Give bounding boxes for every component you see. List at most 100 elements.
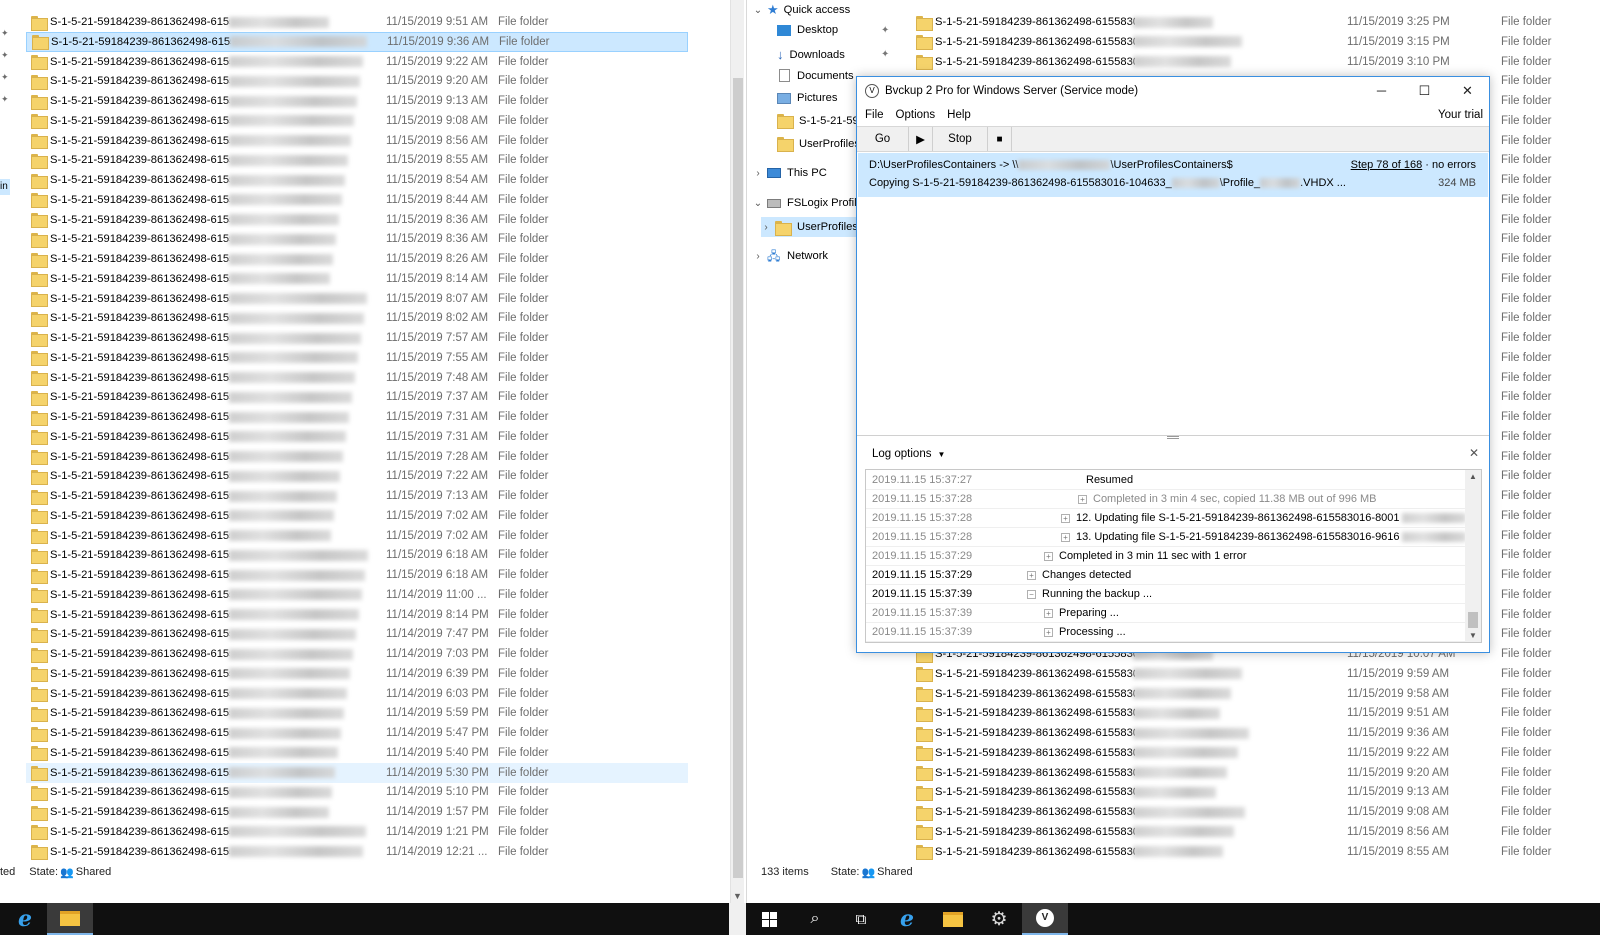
table-row[interactable]: S-1-5-21-59184239-861362498-6155 11/14/20… bbox=[26, 644, 688, 664]
nav-documents[interactable]: Documents bbox=[779, 69, 854, 82]
pin-icon[interactable]: ✦ bbox=[1, 72, 9, 83]
table-row[interactable]: S-1-5-21-59184239-861362498-6155 11/14/20… bbox=[26, 664, 688, 684]
bvckup-title-bar[interactable]: V Bvckup 2 Pro for Windows Server (Servi… bbox=[857, 77, 1489, 104]
left-scrollbar[interactable]: ▼ bbox=[730, 0, 744, 903]
menu-options[interactable]: Options bbox=[896, 109, 936, 121]
table-row[interactable]: S-1-5-21-59184239-861362498-6155 11/15/20… bbox=[26, 526, 688, 546]
table-row[interactable]: S-1-5-21-59184239-861362498-6155 11/15/20… bbox=[26, 210, 688, 230]
start-icon[interactable] bbox=[746, 903, 792, 935]
table-row[interactable]: S-1-5-21-59184239-861362498-6155 11/15/20… bbox=[26, 229, 688, 249]
table-row[interactable]: S-1-5-21-59184239-861362498-61558301 11/1… bbox=[911, 822, 1600, 842]
nav-quick-access[interactable]: ⌄ ★ Quick access bbox=[753, 2, 850, 18]
table-row[interactable]: S-1-5-21-59184239-861362498-6155 11/15/20… bbox=[26, 289, 688, 309]
table-row[interactable]: S-1-5-21-59184239-861362498-6155 11/14/20… bbox=[26, 802, 688, 822]
nav-fslogix[interactable]: ⌄ FSLogix Profil bbox=[753, 197, 857, 209]
splitter-grip-icon[interactable] bbox=[1167, 436, 1179, 439]
table-row[interactable]: S-1-5-21-59184239-861362498-61558301 11/1… bbox=[911, 723, 1600, 743]
table-row[interactable]: S-1-5-21-59184239-861362498-6155 11/14/20… bbox=[26, 743, 688, 763]
nav-downloads[interactable]: ↓ Downloads ✦ bbox=[777, 47, 901, 62]
chevron-down-icon[interactable]: ⌄ bbox=[753, 198, 763, 209]
pane-splitter[interactable] bbox=[857, 435, 1489, 439]
table-row[interactable]: S-1-5-21-59184239-861362498-6155 11/15/20… bbox=[26, 52, 688, 72]
table-row[interactable]: S-1-5-21-59184239-861362498-6155 11/15/20… bbox=[26, 249, 688, 269]
chevron-right-icon[interactable]: › bbox=[753, 168, 763, 179]
table-row[interactable]: S-1-5-21-59184239-861362498-61558301 11/1… bbox=[911, 782, 1600, 802]
bvckup-icon[interactable]: V bbox=[1022, 903, 1068, 935]
table-row[interactable]: S-1-5-21-59184239-861362498-6155 11/14/20… bbox=[26, 703, 688, 723]
expand-toggle-icon[interactable]: + bbox=[1061, 513, 1070, 523]
table-row[interactable]: S-1-5-21-59184239-861362498-61558301 11/1… bbox=[911, 703, 1600, 723]
table-row[interactable]: S-1-5-21-59184239-861362498-61558301 11/1… bbox=[911, 743, 1600, 763]
expand-toggle-icon[interactable]: + bbox=[1044, 551, 1053, 561]
table-row[interactable]: S-1-5-21-59184239-861362498-6155 11/14/20… bbox=[26, 842, 688, 862]
table-row[interactable]: S-1-5-21-59184239-861362498-6155 11/15/20… bbox=[26, 131, 688, 151]
backup-job-row[interactable]: D:\UserProfilesContainers -> \\ \UserProf… bbox=[858, 153, 1488, 197]
table-row[interactable]: S-1-5-21-59184239-861362498-6155 11/15/20… bbox=[26, 150, 688, 170]
table-row[interactable]: S-1-5-21-59184239-861362498-6155 11/15/20… bbox=[26, 328, 688, 348]
table-row[interactable]: S-1-5-21-59184239-861362498-6155 11/15/20… bbox=[26, 466, 688, 486]
nav-this-pc[interactable]: › This PC bbox=[753, 167, 826, 179]
close-icon[interactable]: ✕ bbox=[1446, 77, 1489, 104]
nav-sid-folder[interactable]: S-1-5-21-59 bbox=[777, 114, 859, 129]
table-row[interactable]: S-1-5-21-59184239-861362498-6155 11/14/20… bbox=[26, 684, 688, 704]
ie-icon[interactable]: e bbox=[2, 903, 48, 935]
table-row[interactable]: S-1-5-21-59184239-861362498-6155 11/14/20… bbox=[26, 723, 688, 743]
table-row[interactable]: S-1-5-21-59184239-861362498-6155 11/14/20… bbox=[26, 605, 688, 625]
table-row[interactable]: S-1-5-21-59184239-861362498-61558301 11/1… bbox=[911, 664, 1600, 684]
menu-file[interactable]: File bbox=[865, 109, 884, 121]
table-row[interactable]: S-1-5-21-59184239-861362498-6155 11/15/20… bbox=[26, 12, 688, 32]
table-row[interactable]: S-1-5-21-59184239-861362498-6155 11/15/20… bbox=[26, 486, 688, 506]
task-view-icon[interactable]: ⧉ bbox=[838, 903, 884, 935]
table-row[interactable]: S-1-5-21-59184239-861362498-6155 11/15/20… bbox=[26, 427, 688, 447]
chevron-right-icon[interactable]: › bbox=[753, 251, 763, 262]
play-icon[interactable]: ▶ bbox=[909, 127, 933, 151]
table-row[interactable]: S-1-5-21-59184239-861362498-6155 11/15/20… bbox=[26, 190, 688, 210]
table-row[interactable]: S-1-5-21-59184239-861362498-6155 11/15/20… bbox=[26, 170, 688, 190]
table-row[interactable]: S-1-5-21-59184239-861362498-6155 11/14/20… bbox=[26, 762, 688, 783]
log-panel[interactable]: 2019.11.15 15:37:27 Resumed 2019.11.15 15:… bbox=[865, 469, 1482, 643]
log-entry[interactable]: 2019.11.15 15:37:28 +12. Updating file S-… bbox=[866, 509, 1466, 528]
search-icon[interactable]: ⌕ bbox=[792, 903, 838, 935]
table-row[interactable]: S-1-5-21-59184239-861362498-61558301 11/1… bbox=[911, 52, 1600, 72]
stop-button[interactable]: Stop bbox=[933, 127, 988, 151]
chevron-right-icon[interactable]: › bbox=[761, 222, 771, 233]
nav-userprofiles[interactable]: UserProfiles bbox=[777, 137, 860, 152]
expand-toggle-icon[interactable]: + bbox=[1044, 608, 1053, 618]
dropdown-arrow-icon[interactable]: ▼ bbox=[937, 450, 945, 459]
pin-icon[interactable]: ✦ bbox=[1, 28, 9, 39]
table-row[interactable]: S-1-5-21-59184239-861362498-6155 11/15/20… bbox=[26, 308, 688, 328]
table-row[interactable]: S-1-5-21-59184239-861362498-6155 11/15/20… bbox=[26, 506, 688, 526]
table-row[interactable]: S-1-5-21-59184239-861362498-6155 11/15/20… bbox=[26, 407, 688, 427]
table-row[interactable]: S-1-5-21-59184239-861362498-6155 11/15/20… bbox=[26, 111, 688, 131]
expand-toggle-icon[interactable]: + bbox=[1027, 570, 1036, 580]
expand-toggle-icon[interactable]: − bbox=[1027, 589, 1036, 599]
table-row[interactable]: S-1-5-21-59184239-861362498-6155 11/15/20… bbox=[26, 368, 688, 388]
file-explorer-icon[interactable] bbox=[47, 903, 93, 935]
trial-link[interactable]: Your trial bbox=[1438, 109, 1483, 121]
table-row[interactable]: S-1-5-21-59184239-861362498-6155 11/14/20… bbox=[26, 585, 688, 605]
nav-desktop[interactable]: Desktop ✦ bbox=[777, 24, 901, 36]
table-row[interactable]: S-1-5-21-59184239-861362498-6155 11/15/20… bbox=[26, 91, 688, 111]
log-entry[interactable]: 2019.11.15 15:37:39 + Processing ... bbox=[866, 623, 1466, 642]
scroll-down-icon[interactable]: ▼ bbox=[1469, 631, 1477, 640]
expand-toggle-icon[interactable]: + bbox=[1078, 494, 1087, 504]
nav-item-fragment[interactable]: in bbox=[0, 179, 10, 195]
pin-icon[interactable]: ✦ bbox=[1, 50, 9, 61]
nav-userprofiles-sub[interactable]: › UserProfiles bbox=[761, 217, 861, 237]
table-row[interactable]: S-1-5-21-59184239-861362498-6155 11/15/20… bbox=[26, 545, 688, 565]
log-entry[interactable]: 2019.11.15 15:37:28 +13. Updating file S-… bbox=[866, 528, 1466, 547]
pin-icon[interactable]: ✦ bbox=[881, 25, 889, 36]
table-row[interactable]: S-1-5-21-59184239-861362498-61558301 11/1… bbox=[911, 802, 1600, 822]
table-row[interactable]: S-1-5-21-59184239-861362498-6155 11/15/20… bbox=[26, 387, 688, 407]
table-row[interactable]: S-1-5-21-59184239-861362498-61558301 11/1… bbox=[911, 32, 1600, 52]
log-entry[interactable]: 2019.11.15 15:37:39 − Running the backup .… bbox=[866, 585, 1466, 604]
table-row[interactable]: S-1-5-21-59184239-861362498-6155 11/14/20… bbox=[26, 782, 688, 802]
table-row[interactable]: S-1-5-21-59184239-861362498-6155 11/14/20… bbox=[26, 624, 688, 644]
table-row[interactable]: S-1-5-21-59184239-861362498-6155 11/15/20… bbox=[26, 31, 688, 52]
scrollbar-thumb[interactable] bbox=[1468, 612, 1478, 628]
scrollbar-thumb[interactable] bbox=[733, 78, 743, 878]
scroll-up-icon[interactable]: ▲ bbox=[1469, 472, 1477, 481]
menu-help[interactable]: Help bbox=[947, 109, 971, 121]
file-explorer-icon[interactable] bbox=[930, 903, 976, 935]
settings-icon[interactable]: ⚙ bbox=[976, 903, 1022, 935]
